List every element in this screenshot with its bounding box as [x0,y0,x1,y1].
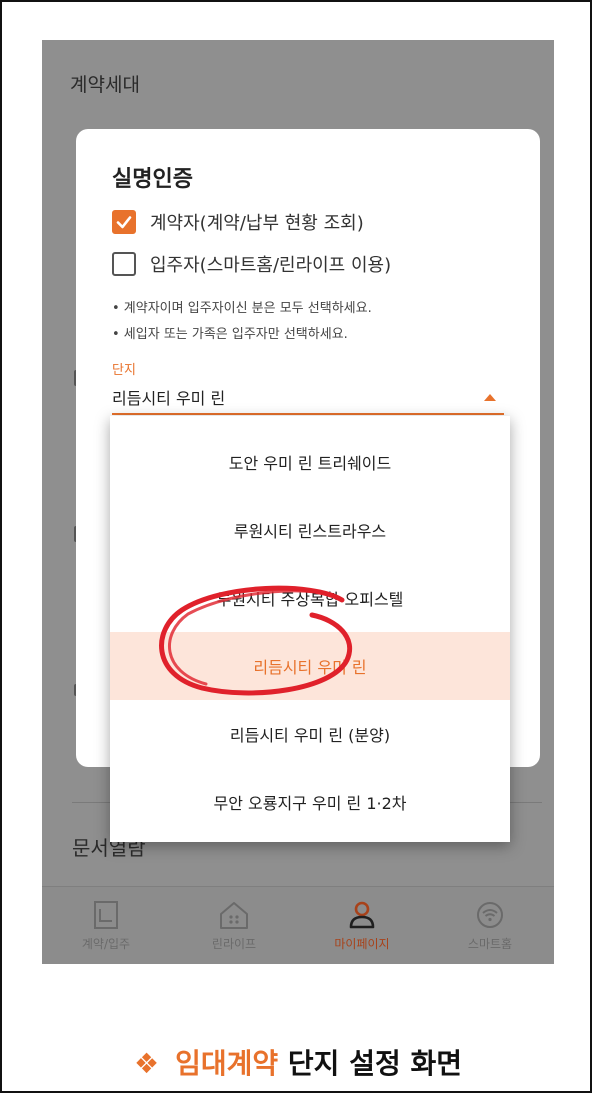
modal-title: 실명인증 [112,167,193,192]
caption-text: 단지 설정 화면 [278,1047,462,1080]
dropdown-option[interactable]: 루원시티 주상복합 오피스텔 [110,564,510,632]
nav-label: 스마트홈 [467,937,513,951]
dropdown-option[interactable]: 도안 우미 린 트리쉐이드 [110,428,510,496]
diamond-bullet-icon: ❖ [134,1047,160,1080]
document-icon [90,899,122,931]
contractor-option-label: 계약자(계약/납부 현황 조회) [150,213,364,234]
resident-option-label: 입주자(스마트홈/린라이프 이용) [150,255,392,276]
checkbox-unchecked[interactable] [112,252,136,276]
note-text: • 세입자 또는 가족은 입주자만 선택하세요. [112,327,348,342]
resident-option[interactable]: 입주자(스마트홈/린라이프 이용) [112,251,391,277]
nav-item-contract[interactable]: 계약/입주 [42,887,170,964]
check-icon [116,216,132,229]
house-icon [218,899,250,931]
complex-dropdown-list: 도안 우미 린 트리쉐이드 루원시티 린스트라우스 루원시티 주상복합 오피스텔… [110,416,510,842]
person-icon [346,899,378,931]
dropdown-option[interactable]: 무안 오룡지구 우미 린 1·2차 [110,768,510,836]
contractor-option[interactable]: 계약자(계약/납부 현황 조회) [112,209,364,235]
complex-select-value: 리듬시티 우미 린 [112,389,226,408]
dropdown-option[interactable]: 리듬시티 우미 린 (분양) [110,700,510,768]
figure-caption: ❖ 임대계약 단지 설정 화면 [2,1042,592,1082]
dropdown-option[interactable]: 루원시티 린스트라우스 [110,496,510,564]
wifi-icon [474,899,506,931]
checkbox-checked[interactable] [112,210,136,234]
phone-screen: 계약세대 문서열람 실명인증 계약자(계약/납부 현황 조회) 입주자(스마트홈… [42,40,554,964]
complex-select[interactable]: 리듬시티 우미 린 [112,381,504,415]
nav-item-smarthome[interactable]: 스마트홈 [426,887,554,964]
nav-label: 마이페이지 [334,937,390,951]
section-title: 계약세대 [70,74,140,96]
note-text: • 계약자이며 입주자이신 분은 모두 선택하세요. [112,301,372,316]
bottom-nav: 계약/입주 린라이프 마이페이지 스마트홈 [42,886,554,964]
nav-item-linlife[interactable]: 린라이프 [170,887,298,964]
caret-up-icon [484,393,496,401]
dropdown-option-selected[interactable]: 리듬시티 우미 린 [110,632,510,700]
figure-frame: 계약세대 문서열람 실명인증 계약자(계약/납부 현황 조회) 입주자(스마트홈… [0,0,592,1093]
caption-accent: 임대계약 [175,1047,279,1080]
nav-item-mypage[interactable]: 마이페이지 [298,887,426,964]
nav-label: 린라이프 [211,937,257,951]
nav-label: 계약/입주 [81,937,131,951]
complex-field-label: 단지 [112,363,136,378]
